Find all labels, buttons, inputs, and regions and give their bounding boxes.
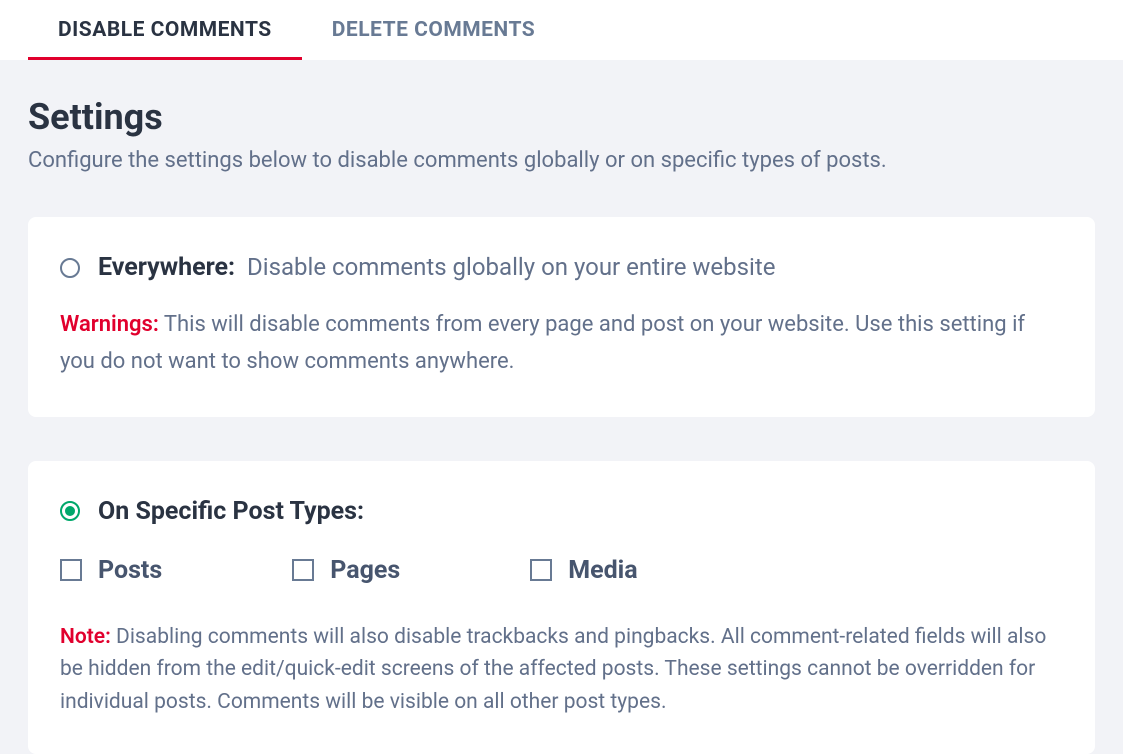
option-specific-row: On Specific Post Types: (60, 497, 1063, 526)
content-area: Settings Configure the settings below to… (0, 60, 1123, 754)
option-everywhere-desc: Disable comments globally on your entire… (247, 253, 775, 281)
checkbox-media[interactable] (530, 559, 552, 581)
checkbox-item-pages: Pages (292, 556, 400, 585)
settings-subtitle: Configure the settings below to disable … (28, 148, 1095, 173)
checkbox-pages-label: Pages (330, 556, 400, 585)
tabs-bar: DISABLE COMMENTS DELETE COMMENTS (0, 0, 1123, 60)
radio-everywhere[interactable] (60, 258, 80, 278)
card-specific: On Specific Post Types: Posts Pages Medi… (28, 461, 1095, 754)
checkbox-pages[interactable] (292, 559, 314, 581)
warning-paragraph: Warnings: This will disable comments fro… (60, 306, 1063, 381)
settings-title: Settings (28, 96, 1095, 138)
checkbox-item-posts: Posts (60, 556, 162, 585)
checkbox-posts[interactable] (60, 559, 82, 581)
checkbox-posts-label: Posts (98, 556, 162, 585)
note-body: Disabling comments will also disable tra… (60, 625, 1046, 714)
note-label: Note: (60, 625, 111, 649)
checkbox-item-media: Media (530, 556, 637, 585)
warning-body: This will disable comments from every pa… (60, 312, 1025, 374)
checkbox-row: Posts Pages Media (60, 556, 1063, 585)
radio-specific[interactable] (60, 501, 80, 521)
checkbox-media-label: Media (568, 556, 637, 585)
option-specific-label: On Specific Post Types: (98, 497, 364, 526)
option-everywhere-text: Everywhere: Disable comments globally on… (98, 253, 775, 282)
tab-delete-comments[interactable]: DELETE COMMENTS (302, 0, 565, 60)
warning-label: Warnings: (60, 312, 159, 337)
option-everywhere-label: Everywhere: (98, 253, 235, 282)
card-everywhere: Everywhere: Disable comments globally on… (28, 217, 1095, 417)
note-paragraph: Note: Disabling comments will also disab… (60, 621, 1063, 719)
option-everywhere-row: Everywhere: Disable comments globally on… (60, 253, 1063, 282)
tab-disable-comments[interactable]: DISABLE COMMENTS (28, 0, 302, 60)
